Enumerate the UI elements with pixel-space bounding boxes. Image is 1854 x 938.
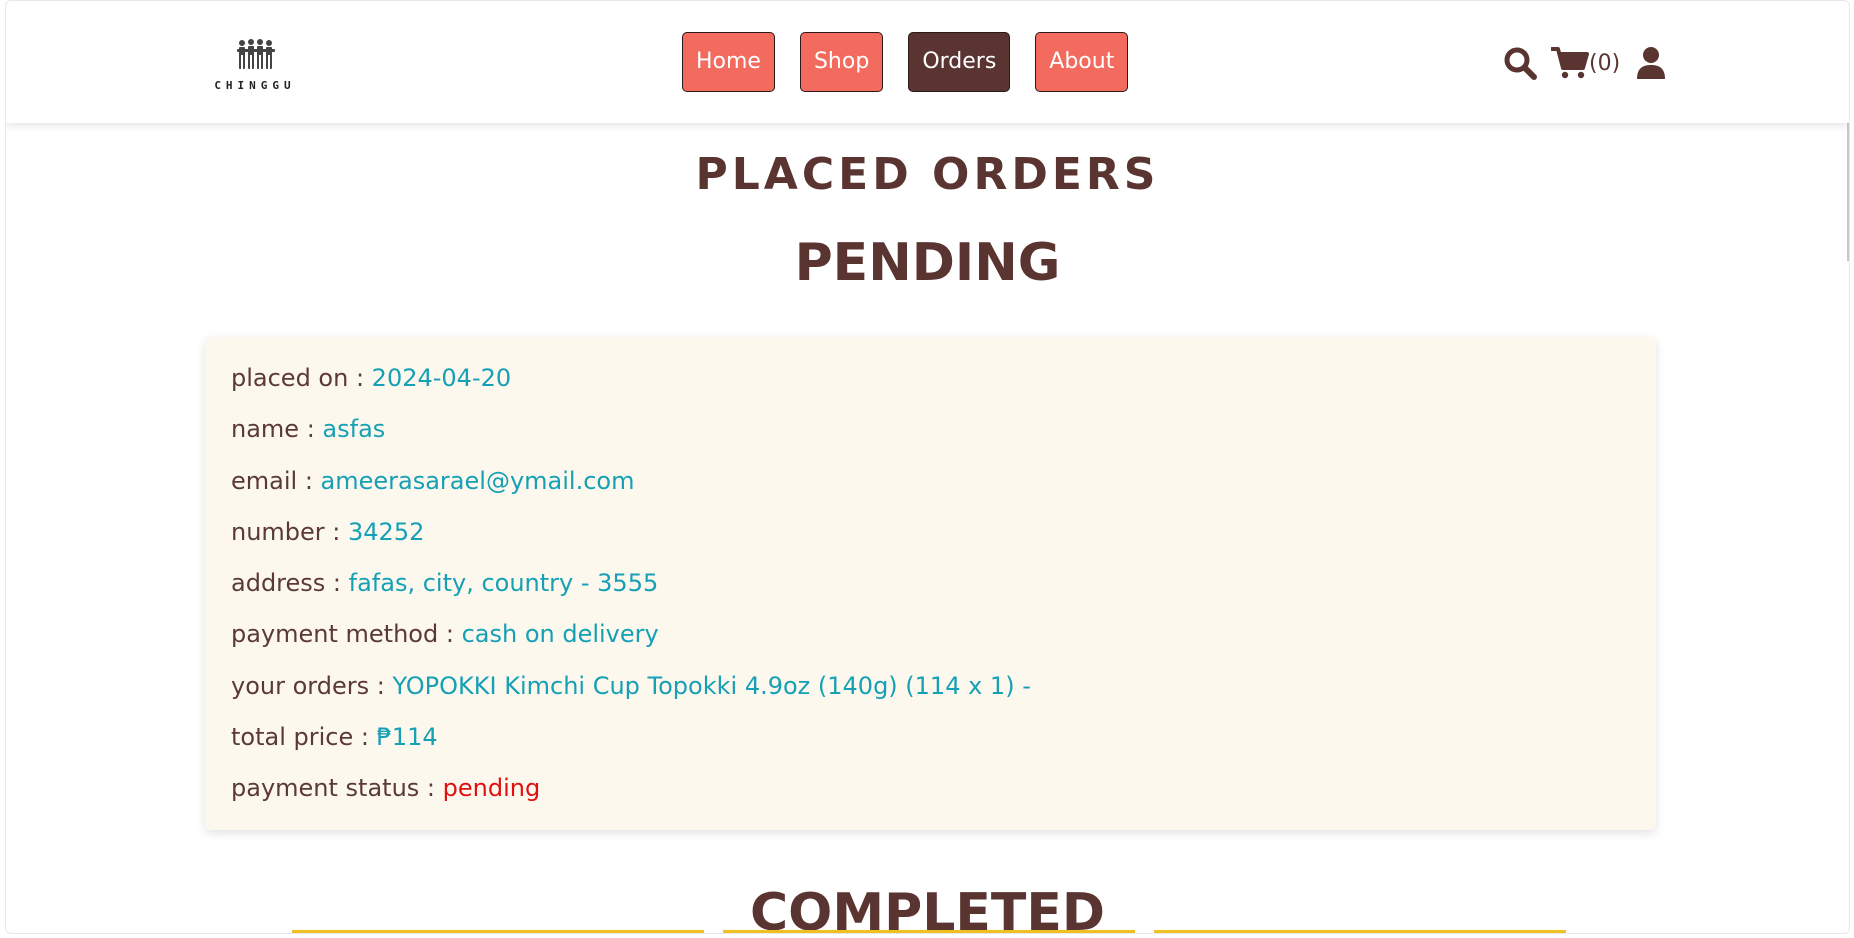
field-label: total price :: [231, 723, 377, 752]
completed-order-thumbnail[interactable]: [1154, 930, 1566, 933]
nav-home-button[interactable]: Home: [682, 32, 775, 92]
pending-heading: PENDING: [794, 233, 1061, 293]
nav-orders-button[interactable]: Orders: [908, 32, 1011, 92]
field-value: 34252: [348, 517, 425, 546]
cart-icon: [1551, 47, 1589, 79]
page-title: PLACED ORDERS: [695, 149, 1160, 200]
field-label: payment status :: [231, 774, 443, 803]
nav-shop-button[interactable]: Shop: [799, 32, 884, 92]
field-label: name :: [231, 415, 323, 444]
order-field-payment-status: payment status : pending: [231, 773, 1630, 824]
field-label: payment method :: [231, 620, 462, 649]
user-icon[interactable]: [1636, 46, 1666, 80]
field-label: email :: [231, 466, 321, 495]
field-label: your orders :: [231, 671, 393, 700]
order-field-email: email : ameerasarael@ymail.com: [231, 466, 1630, 517]
order-card: placed on : 2024-04-20 name : asfas emai…: [205, 337, 1656, 830]
field-label: number :: [231, 517, 349, 546]
logo-wordmark: CHINGGU: [214, 79, 296, 92]
completed-orders-strip: [6, 930, 1849, 933]
field-value: YOPOKKI Kimchi Cup Topokki 4.9oz (140g) …: [392, 671, 1031, 700]
order-field-total-price: total price : ₱114: [231, 722, 1630, 773]
order-field-your-orders: your orders : YOPOKKI Kimchi Cup Topokki…: [231, 671, 1630, 722]
field-value: ameerasarael@ymail.com: [320, 466, 635, 495]
field-value: 2024-04-20: [371, 364, 512, 392]
browser-viewport: CHINGGU Home Shop Orders About (0) PLACE…: [5, 0, 1850, 934]
header-icons: (0): [1503, 45, 1666, 81]
scrollbar[interactable]: [1847, 121, 1849, 261]
completed-order-thumbnail[interactable]: [292, 930, 704, 933]
order-field-placed-on: placed on : 2024-04-20: [231, 363, 1630, 414]
field-value: cash on delivery: [461, 620, 659, 649]
field-label: address :: [231, 569, 349, 598]
site-header: CHINGGU Home Shop Orders About (0): [6, 1, 1849, 123]
nav-about-button[interactable]: About: [1035, 32, 1129, 92]
field-value: fafas, city, country - 3555: [348, 569, 659, 598]
field-value: ₱114: [376, 723, 438, 752]
field-value: asfas: [322, 415, 386, 444]
main-nav: Home Shop Orders About: [682, 32, 1129, 92]
order-field-payment-method: payment method : cash on delivery: [231, 619, 1630, 670]
completed-order-thumbnail[interactable]: [723, 930, 1135, 933]
completed-heading: COMPLETED: [749, 883, 1106, 934]
status-badge: pending: [442, 774, 541, 803]
search-icon[interactable]: [1503, 46, 1537, 80]
order-field-number: number : 34252: [231, 517, 1630, 568]
logo-figures-icon: [237, 39, 275, 69]
field-label: placed on :: [231, 364, 372, 392]
order-field-name: name : asfas: [231, 414, 1630, 465]
cart-count: (0): [1589, 50, 1621, 76]
cart-link[interactable]: (0): [1551, 46, 1620, 80]
order-field-address: address : fafas, city, country - 3555: [231, 568, 1630, 619]
site-logo[interactable]: CHINGGU: [207, 39, 303, 97]
